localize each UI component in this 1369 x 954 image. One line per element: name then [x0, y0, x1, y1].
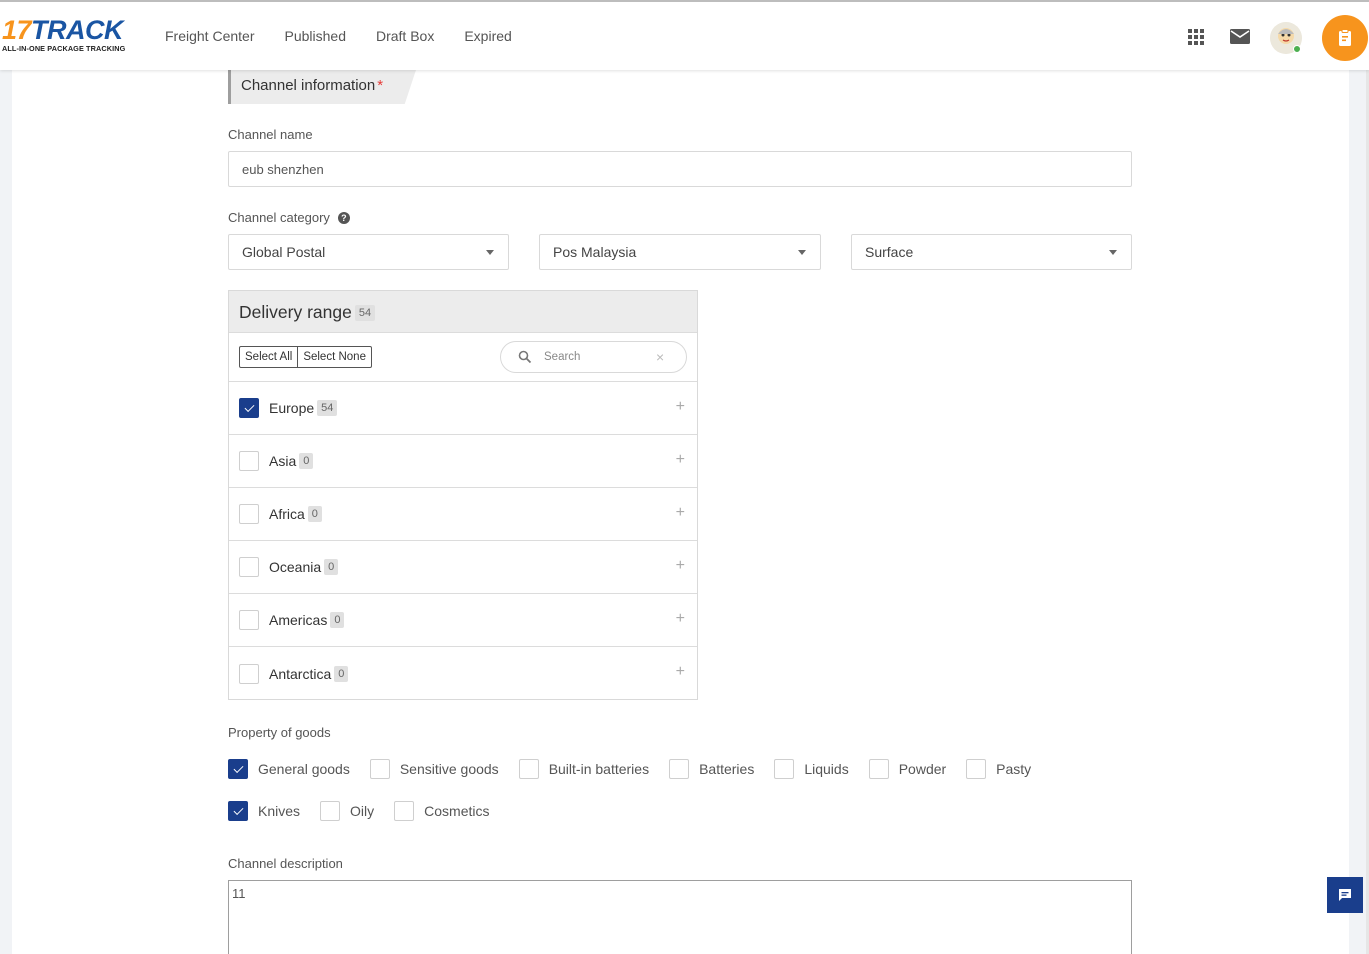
close-icon[interactable]: ×	[656, 350, 664, 364]
goods-option-pasty[interactable]: Pasty	[966, 759, 1031, 779]
expand-plus-icon[interactable]: +	[676, 558, 685, 574]
goods-checkbox[interactable]	[228, 801, 248, 821]
goods-checkbox[interactable]	[320, 801, 341, 821]
goods-checkbox[interactable]	[518, 759, 539, 779]
region-row-africa: Africa 0 +	[229, 488, 697, 541]
goods-checkbox[interactable]	[369, 759, 390, 779]
region-checkbox[interactable]	[239, 663, 259, 684]
nav-published[interactable]: Published	[269, 28, 361, 44]
goods-row-2: Knives Oily Cosmetics	[228, 801, 510, 821]
goods-option-built-in-batteries[interactable]: Built-in batteries	[518, 759, 649, 779]
region-checkbox[interactable]	[239, 451, 259, 471]
expand-plus-icon[interactable]: +	[676, 505, 685, 521]
goods-option-sensitive[interactable]: Sensitive goods	[369, 759, 499, 779]
chevron-down-icon	[486, 250, 494, 255]
goods-checkbox[interactable]	[774, 759, 795, 779]
goods-option-powder[interactable]: Powder	[868, 759, 946, 779]
mail-icon[interactable]	[1228, 26, 1250, 48]
delivery-range-toolbar: Select All Select None Search ×	[229, 333, 697, 382]
delivery-range-panel: Delivery range 54 Select All Select None …	[228, 290, 698, 700]
goods-checkbox[interactable]	[228, 759, 248, 779]
channel-category-label: Channel category?	[228, 210, 350, 225]
main-nav: Freight Center Published Draft Box Expir…	[150, 2, 527, 70]
apps-grid-icon[interactable]	[1185, 26, 1207, 48]
select-none-button[interactable]: Select None	[297, 347, 371, 367]
channel-name-input[interactable]: eub shenzhen	[228, 151, 1132, 187]
clipboard-action-button[interactable]	[1322, 15, 1368, 61]
logo[interactable]: 17TRACK ALL-IN-ONE PACKAGE TRACKING	[2, 16, 134, 58]
goods-checkbox[interactable]	[669, 759, 690, 779]
delivery-range-header: Delivery range 54	[229, 291, 697, 333]
search-input[interactable]: Search ×	[500, 341, 687, 373]
goods-option-knives[interactable]: Knives	[228, 801, 300, 821]
region-checkbox[interactable]	[239, 398, 259, 418]
region-row-antarctica: Antarctica 0 +	[229, 647, 697, 700]
expand-plus-icon[interactable]: +	[676, 664, 685, 680]
goods-checkbox[interactable]	[868, 759, 889, 779]
region-row-americas: Americas 0 +	[229, 594, 697, 647]
goods-checkbox[interactable]	[966, 759, 987, 779]
expand-plus-icon[interactable]: +	[676, 399, 685, 415]
channel-name-label: Channel name	[228, 127, 313, 142]
channel-description-label: Channel description	[228, 856, 343, 871]
nav-expired[interactable]: Expired	[449, 28, 526, 44]
chat-button[interactable]	[1327, 877, 1363, 913]
channel-description-textarea[interactable]: 11	[228, 880, 1132, 954]
region-checkbox[interactable]	[239, 610, 259, 630]
nav-freight-center[interactable]: Freight Center	[150, 28, 269, 44]
delivery-range-count: 54	[354, 305, 376, 321]
category-select-carrier[interactable]: Pos Malaysia	[539, 234, 821, 270]
goods-option-liquids[interactable]: Liquids	[774, 759, 849, 779]
select-all-button[interactable]: Select All	[240, 347, 297, 367]
chat-icon	[1339, 889, 1351, 901]
required-mark: *	[377, 77, 384, 94]
help-icon[interactable]: ?	[337, 212, 350, 224]
region-row-oceania: Oceania 0 +	[229, 541, 697, 594]
top-bar: 17TRACK ALL-IN-ONE PACKAGE TRACKING Frei…	[0, 0, 1369, 70]
property-of-goods-label: Property of goods	[228, 725, 331, 740]
goods-option-oily[interactable]: Oily	[320, 801, 374, 821]
section-title: Channel information *	[228, 70, 416, 104]
nav-draft-box[interactable]: Draft Box	[361, 28, 449, 44]
region-row-asia: Asia 0 +	[229, 435, 697, 488]
region-checkbox[interactable]	[239, 557, 259, 577]
selection-buttons: Select All Select None	[239, 346, 372, 368]
category-select-type[interactable]: Global Postal	[228, 234, 509, 270]
category-select-service[interactable]: Surface	[851, 234, 1132, 270]
region-row-europe: Europe 54 +	[229, 382, 697, 435]
chevron-down-icon	[1109, 250, 1117, 255]
region-checkbox[interactable]	[239, 504, 259, 524]
logo-wordmark: 17TRACK	[2, 15, 124, 45]
search-icon	[518, 350, 532, 364]
online-status-dot	[1293, 45, 1301, 53]
goods-option-batteries[interactable]: Batteries	[669, 759, 754, 779]
avatar[interactable]	[1270, 22, 1302, 54]
goods-option-general[interactable]: General goods	[228, 759, 350, 779]
logo-tagline: ALL-IN-ONE PACKAGE TRACKING	[2, 44, 126, 53]
expand-plus-icon[interactable]: +	[676, 452, 685, 468]
goods-row-1: General goods Sensitive goods Built-in b…	[228, 759, 1051, 779]
expand-plus-icon[interactable]: +	[676, 611, 685, 627]
goods-option-cosmetics[interactable]: Cosmetics	[394, 801, 490, 821]
goods-checkbox[interactable]	[394, 801, 415, 821]
clipboard-icon	[1339, 29, 1351, 46]
chevron-down-icon	[798, 250, 806, 255]
